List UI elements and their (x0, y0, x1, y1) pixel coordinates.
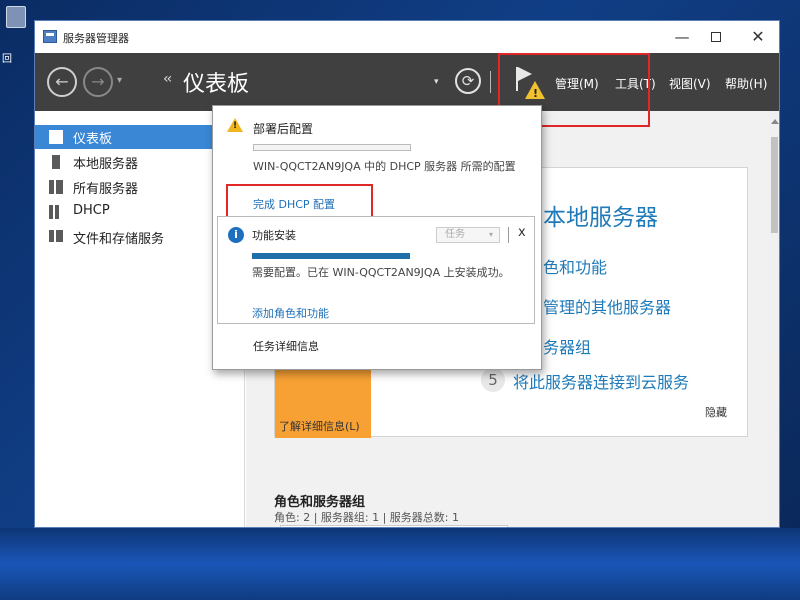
breadcrumb-title: 仪表板 (183, 72, 250, 97)
feature-installation-notification: i 功能安装 任务 ▾ x 需要配置。已在 WIN-QQCT2AN9JQA 上安… (217, 216, 535, 324)
storage-icon (49, 230, 63, 242)
task-dropdown-label: 任务 (445, 229, 465, 240)
menu-view[interactable]: 视图(V) (669, 75, 711, 92)
roles-section-title: 角色和服务器组 (274, 495, 366, 510)
warning-exclamation: ! (233, 121, 238, 131)
refresh-button[interactable]: ⟳ (455, 68, 481, 94)
close-button[interactable]: ✕ (743, 21, 773, 53)
post-deployment-title: 部署后配置 (253, 122, 314, 136)
servers-icon (49, 180, 63, 194)
hide-button[interactable]: 隐藏 (705, 404, 727, 420)
dhcp-icon (49, 205, 63, 219)
sidebar-item-label: 所有服务器 (73, 182, 139, 197)
roles-summary: 角色: 2 | 服务器组: 1 | 服务器总数: 1 (274, 511, 460, 524)
desktop-recycle-bin-icon[interactable]: 回 (2, 2, 30, 65)
forward-button[interactable]: → (83, 67, 113, 97)
desktop-icon-label: 回 (2, 54, 12, 65)
task-dropdown[interactable]: 任务 ▾ (436, 227, 500, 243)
post-deployment-description: WIN-QQCT2AN9JQA 中的 DHCP 服务器 所需的配置 (253, 160, 516, 173)
post-deployment-progress (253, 144, 411, 151)
learn-more-link[interactable]: 了解详细信息(L) (279, 418, 360, 434)
step-add-roles-link[interactable]: 色和功能 (543, 254, 607, 278)
sidebar-item-label: 本地服务器 (73, 157, 139, 172)
feature-installation-title: 功能安装 (252, 229, 296, 242)
vertical-scrollbar[interactable] (768, 111, 779, 527)
step-number-badge: 5 (481, 368, 505, 392)
header-separator (490, 71, 491, 93)
header-bar: ← → ▾ ‹‹ 仪表板 ▾ ⟳ ! 管理(M) 工具(T) 视图(V) 帮助(… (35, 53, 779, 111)
server-manager-app-icon (43, 30, 57, 43)
maximize-button[interactable] (701, 21, 731, 53)
configure-local-server-heading[interactable]: 本地服务器 (543, 198, 658, 232)
feature-separator (508, 227, 509, 243)
dismiss-notification-button[interactable]: x (518, 225, 526, 240)
sidebar-item-label: 仪表板 (73, 132, 113, 147)
title-bar: 服务器管理器 — ✕ (35, 21, 779, 53)
feature-installation-progress (252, 253, 410, 259)
add-roles-features-link[interactable]: 添加角色和功能 (252, 305, 329, 321)
step-connect-cloud-link[interactable]: 将此服务器连接到云服务 (513, 369, 689, 393)
info-icon: i (228, 227, 244, 243)
step-create-group-link[interactable]: 务器组 (543, 334, 591, 358)
dashboard-icon (49, 130, 63, 144)
menu-help[interactable]: 帮助(H) (725, 75, 767, 92)
sidebar-item-label: 文件和存储服务 (73, 232, 165, 247)
role-tile[interactable] (280, 525, 508, 527)
breadcrumb-arrows-icon: ‹‹ (163, 71, 172, 87)
scrollbar-thumb[interactable] (771, 137, 778, 233)
chevron-down-icon: ▾ (488, 230, 493, 239)
maximize-icon (711, 32, 721, 42)
feature-installation-message: 需要配置。已在 WIN-QQCT2AN9JQA 上安装成功。 (252, 266, 510, 279)
server-icon (52, 155, 60, 169)
scroll-up-icon[interactable] (771, 119, 779, 124)
history-dropdown-icon[interactable]: ▾ (117, 75, 122, 86)
desktop-background (0, 528, 800, 600)
minimize-button[interactable]: — (667, 21, 697, 53)
sidebar-item-label: DHCP (73, 203, 110, 218)
step-add-servers-link[interactable]: 管理的其他服务器 (543, 294, 671, 318)
back-button[interactable]: ← (47, 67, 77, 97)
task-details-link[interactable]: 任务详细信息 (253, 338, 319, 354)
notifications-popup: ! 部署后配置 WIN-QQCT2AN9JQA 中的 DHCP 服务器 所需的配… (212, 105, 542, 370)
recycle-bin-icon (6, 6, 26, 28)
window-title: 服务器管理器 (63, 32, 129, 45)
breadcrumb-dropdown-icon[interactable]: ▾ (434, 77, 439, 87)
